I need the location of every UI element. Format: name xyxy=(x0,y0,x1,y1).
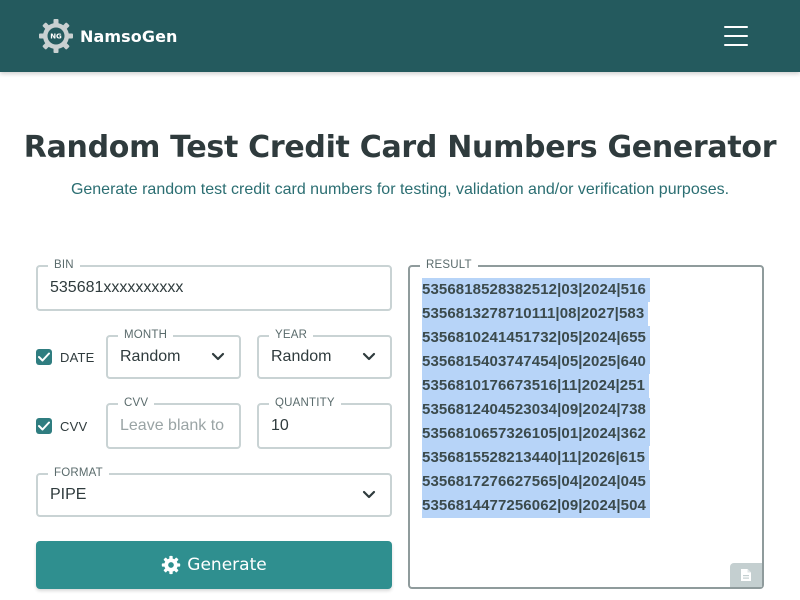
chevron-down-icon xyxy=(362,352,376,361)
hamburger-menu-icon[interactable] xyxy=(724,26,748,46)
result-label: RESULT xyxy=(420,258,478,272)
month-select[interactable]: MONTH Random xyxy=(106,328,241,379)
logo-text: NG xyxy=(50,33,62,41)
date-checkbox-label: DATE xyxy=(60,349,95,365)
generate-button-label: Generate xyxy=(187,555,267,575)
chevron-down-icon xyxy=(211,352,225,361)
result-line: 5356812404523034|09|2024|738 xyxy=(422,398,650,422)
page-subtitle: Generate random test credit card numbers… xyxy=(70,181,730,198)
result-line: 5356815528213440|11|2026|615 xyxy=(422,446,650,470)
result-line: 5356810241451732|05|2024|655 xyxy=(422,326,650,350)
checkmark-icon xyxy=(38,352,50,362)
bin-input[interactable]: 535681xxxxxxxxxx xyxy=(50,267,183,309)
format-value: PIPE xyxy=(50,486,87,503)
result-line: 5356815403747454|05|2025|640 xyxy=(422,350,650,374)
cvv-checkbox[interactable] xyxy=(36,418,52,434)
brand-name: NamsoGen xyxy=(80,26,178,46)
month-value: Random xyxy=(120,348,181,365)
quantity-input[interactable]: 10 xyxy=(271,405,289,447)
result-line: 5356814477256062|09|2024|504 xyxy=(422,494,650,518)
bin-field[interactable]: BIN 535681xxxxxxxxxx xyxy=(36,258,392,311)
cvv-input[interactable]: Leave blank to xyxy=(120,405,235,447)
copy-button[interactable] xyxy=(730,563,762,587)
result-line: 5356818528382512|03|2024|516 xyxy=(422,278,650,302)
gear-logo-icon: NG xyxy=(39,19,73,53)
brand-link[interactable]: NG NamsoGen xyxy=(38,18,178,54)
page-title: Random Test Credit Card Numbers Generato… xyxy=(23,130,777,165)
result-line: 5356810657326105|01|2024|362 xyxy=(422,422,650,446)
document-copy-icon xyxy=(741,569,751,581)
cvv-field[interactable]: CVV Leave blank to xyxy=(106,396,241,449)
generate-button[interactable]: Generate xyxy=(36,541,392,589)
cvv-checkbox-label: CVV xyxy=(60,418,88,434)
date-checkbox[interactable] xyxy=(36,349,52,365)
year-value: Random xyxy=(271,348,332,365)
chevron-down-icon xyxy=(362,490,376,499)
navbar: NG NamsoGen xyxy=(0,0,800,72)
year-select[interactable]: YEAR Random xyxy=(257,328,392,379)
date-checkbox-row[interactable]: DATE xyxy=(36,349,95,365)
result-lines: 5356818528382512|03|2024|516 53568132787… xyxy=(422,278,650,518)
result-line: 5356810176673516|11|2024|251 xyxy=(422,374,650,398)
checkmark-icon xyxy=(38,421,50,431)
gear-icon xyxy=(162,555,181,575)
result-line: 5356813278710111|08|2027|583 xyxy=(422,302,649,326)
format-select[interactable]: FORMAT PIPE xyxy=(36,466,392,517)
result-line: 5356817276627565|04|2024|045 xyxy=(422,470,650,494)
result-textarea[interactable]: RESULT 5356818528382512|03|2024|516 5356… xyxy=(408,258,764,589)
cvv-checkbox-row[interactable]: CVV xyxy=(36,418,87,434)
quantity-field[interactable]: QUANTITY 10 xyxy=(257,396,392,449)
